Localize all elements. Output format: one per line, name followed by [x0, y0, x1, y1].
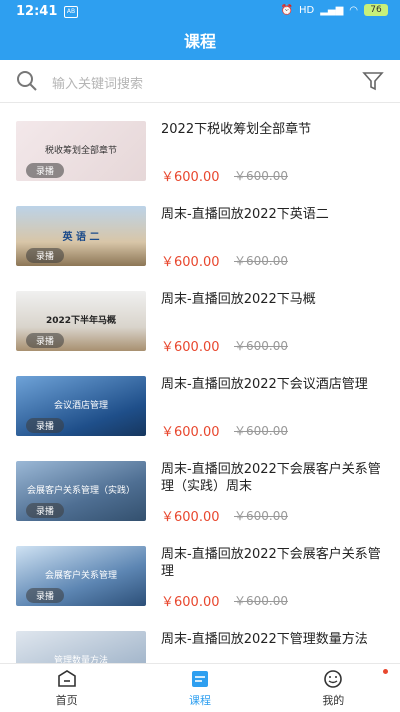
- course-original-price: ￥600.00: [234, 169, 288, 183]
- course-price: ￥600.00: [161, 510, 220, 525]
- recorded-tag: 录播: [26, 248, 65, 263]
- recorded-tag: 录播: [26, 163, 65, 178]
- search-bar[interactable]: 输入关键词搜索: [0, 60, 400, 103]
- tab-home-label: 首页: [55, 694, 78, 707]
- course-thumbnail[interactable]: 会议酒店管理 录播: [16, 376, 146, 436]
- smiley-icon: [324, 670, 343, 688]
- bottom-tab-bar: 首页 课程 我的: [0, 663, 400, 712]
- course-thumbnail[interactable]: 管理数量方法: [16, 631, 146, 663]
- thumbnail-caption: 会议酒店管理: [53, 401, 108, 411]
- notification-icon: AB: [64, 6, 78, 18]
- thumbnail-caption: 税收筹划全部章节: [44, 146, 117, 156]
- course-list: 税收筹划全部章节 录播 2022下税收筹划全部章节 ￥600.00 ￥600.0…: [0, 103, 400, 663]
- course-title[interactable]: 2022下税收筹划全部章节: [161, 121, 386, 138]
- wifi-icon: ◠: [349, 4, 358, 16]
- course-price: ￥600.00: [161, 340, 220, 355]
- course-title[interactable]: 周末-直播回放2022下会议酒店管理: [161, 376, 386, 393]
- course-title[interactable]: 周末-直播回放2022下管理数量方法: [161, 631, 386, 648]
- course-title[interactable]: 周末-直播回放2022下英语二: [161, 206, 386, 223]
- status-bar: 12:41 AB ⏰ HD ▂▄▆ ◠ 76: [0, 0, 400, 24]
- course-title[interactable]: 周末-直播回放2022下会展客户关系管理（实践）周末: [161, 461, 386, 495]
- course-thumbnail[interactable]: 英 语 二 录播: [16, 206, 146, 266]
- course-thumbnail[interactable]: 会展客户关系管理（实践） 录播: [16, 461, 146, 521]
- course-thumbnail[interactable]: 税收筹划全部章节 录播: [16, 121, 146, 181]
- course-price: ￥600.00: [161, 170, 220, 185]
- course-original-price: ￥600.00: [234, 339, 288, 353]
- recorded-tag: 录播: [26, 333, 65, 348]
- tab-courses[interactable]: 课程: [133, 664, 266, 712]
- book-icon: [191, 671, 208, 687]
- course-original-price: ￥600.00: [234, 594, 288, 608]
- course-original-price: ￥600.00: [234, 424, 288, 438]
- status-time: 12:41: [16, 4, 58, 19]
- course-item[interactable]: 2022下半年马概 录播 周末-直播回放2022下马概 ￥600.00 ￥600…: [0, 273, 400, 358]
- course-original-price: ￥600.00: [234, 254, 288, 268]
- thumbnail-caption: 管理数量方法: [53, 656, 108, 663]
- course-price: ￥600.00: [161, 595, 220, 610]
- tab-mine-label: 我的: [322, 694, 345, 707]
- course-item[interactable]: 管理数量方法 周末-直播回放2022下管理数量方法: [0, 613, 400, 663]
- course-price: ￥600.00: [161, 255, 220, 270]
- recorded-tag: 录播: [26, 503, 65, 518]
- battery-icon: 76: [364, 4, 388, 16]
- status-icons: ⏰ HD ▂▄▆ ◠ 76: [280, 4, 388, 16]
- tab-courses-label: 课程: [188, 694, 211, 707]
- course-item[interactable]: 会展客户关系管理（实践） 录播 周末-直播回放2022下会展客户关系管理（实践）…: [0, 443, 400, 528]
- search-input[interactable]: 输入关键词搜索: [52, 73, 143, 92]
- home-icon: [57, 670, 76, 687]
- page-title: 课程: [0, 24, 400, 60]
- recorded-tag: 录播: [26, 418, 65, 433]
- recorded-tag: 录播: [26, 588, 65, 603]
- thumbnail-caption: 英 语 二: [62, 232, 100, 243]
- course-original-price: ￥600.00: [234, 509, 288, 523]
- course-title[interactable]: 周末-直播回放2022下会展客户关系管理: [161, 546, 386, 580]
- course-thumbnail[interactable]: 2022下半年马概 录播: [16, 291, 146, 351]
- course-title[interactable]: 周末-直播回放2022下马概: [161, 291, 386, 308]
- filter-icon[interactable]: [362, 70, 384, 92]
- thumbnail-caption: 会展客户关系管理: [44, 571, 117, 581]
- course-item[interactable]: 会展客户关系管理 录播 周末-直播回放2022下会展客户关系管理 ￥600.00…: [0, 528, 400, 613]
- hd-icon: HD: [298, 4, 315, 16]
- course-item[interactable]: 会议酒店管理 录播 周末-直播回放2022下会议酒店管理 ￥600.00 ￥60…: [0, 358, 400, 443]
- signal-icon: ▂▄▆: [320, 4, 344, 16]
- course-price: ￥600.00: [161, 425, 220, 440]
- thumbnail-caption: 会展客户关系管理（实践）: [26, 486, 135, 496]
- course-item[interactable]: 英 语 二 录播 周末-直播回放2022下英语二 ￥600.00 ￥600.00: [0, 188, 400, 273]
- tab-home[interactable]: 首页: [0, 664, 133, 712]
- notification-dot: [382, 669, 388, 674]
- thumbnail-caption: 2022下半年马概: [45, 316, 117, 326]
- tab-mine[interactable]: 我的: [267, 664, 400, 712]
- course-thumbnail[interactable]: 会展客户关系管理 录播: [16, 546, 146, 606]
- alarm-icon: ⏰: [280, 4, 293, 16]
- search-icon[interactable]: [16, 70, 38, 92]
- course-item[interactable]: 税收筹划全部章节 录播 2022下税收筹划全部章节 ￥600.00 ￥600.0…: [0, 103, 400, 188]
